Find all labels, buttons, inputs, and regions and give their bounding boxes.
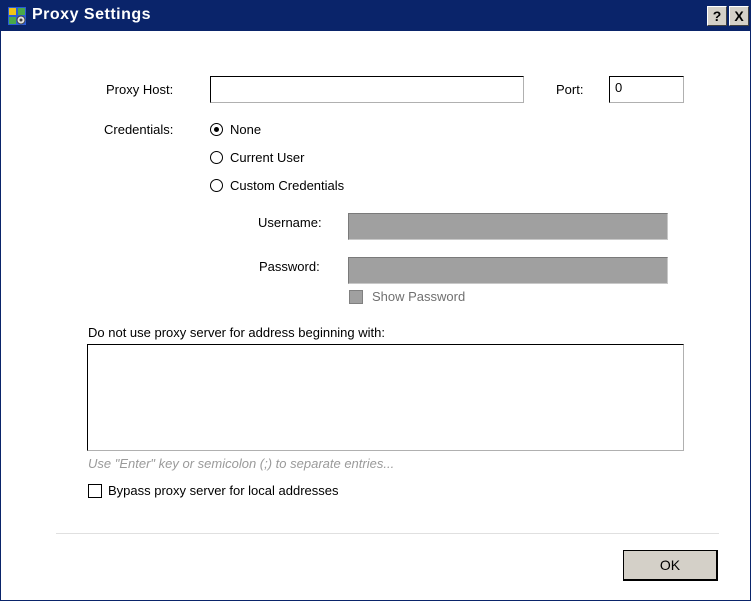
bypass-list-textarea[interactable] bbox=[87, 344, 684, 451]
bypass-local-label[interactable]: Bypass proxy server for local addresses bbox=[108, 483, 338, 498]
bypass-list-label: Do not use proxy server for address begi… bbox=[88, 325, 385, 340]
settings-app-icon bbox=[8, 7, 26, 25]
radio-current-user[interactable] bbox=[210, 151, 223, 164]
bypass-local-checkbox[interactable] bbox=[88, 484, 102, 498]
credentials-label: Credentials: bbox=[104, 122, 174, 137]
dialog-title: Proxy Settings bbox=[32, 6, 152, 23]
password-label: Password: bbox=[259, 259, 320, 274]
radio-current-user-label[interactable]: Current User bbox=[230, 150, 304, 165]
radio-none-label[interactable]: None bbox=[230, 122, 261, 137]
ok-button[interactable]: OK bbox=[623, 550, 718, 581]
radio-none[interactable] bbox=[210, 123, 223, 136]
password-input[interactable] bbox=[348, 257, 668, 284]
proxy-host-label: Proxy Host: bbox=[106, 82, 174, 97]
footer-divider bbox=[56, 533, 719, 534]
radio-selected-dot bbox=[214, 127, 219, 132]
proxy-host-input[interactable] bbox=[210, 76, 524, 103]
title-bar[interactable]: Proxy Settings ? X bbox=[1, 1, 750, 31]
bypass-list-hint: Use "Enter" key or semicolon (;) to sepa… bbox=[88, 456, 395, 471]
show-password-checkbox[interactable] bbox=[349, 290, 363, 304]
proxy-settings-dialog: Proxy Settings ? X Proxy Host: Port: 0 C… bbox=[0, 0, 751, 601]
port-input[interactable]: 0 bbox=[609, 76, 684, 103]
username-input[interactable] bbox=[348, 213, 668, 240]
radio-custom-credentials-label[interactable]: Custom Credentials bbox=[230, 178, 344, 193]
radio-custom-credentials[interactable] bbox=[210, 179, 223, 192]
close-button[interactable]: X bbox=[729, 6, 749, 26]
show-password-label: Show Password bbox=[372, 289, 466, 304]
username-label: Username: bbox=[258, 215, 322, 230]
port-label: Port: bbox=[556, 82, 584, 97]
help-button[interactable]: ? bbox=[707, 6, 727, 26]
